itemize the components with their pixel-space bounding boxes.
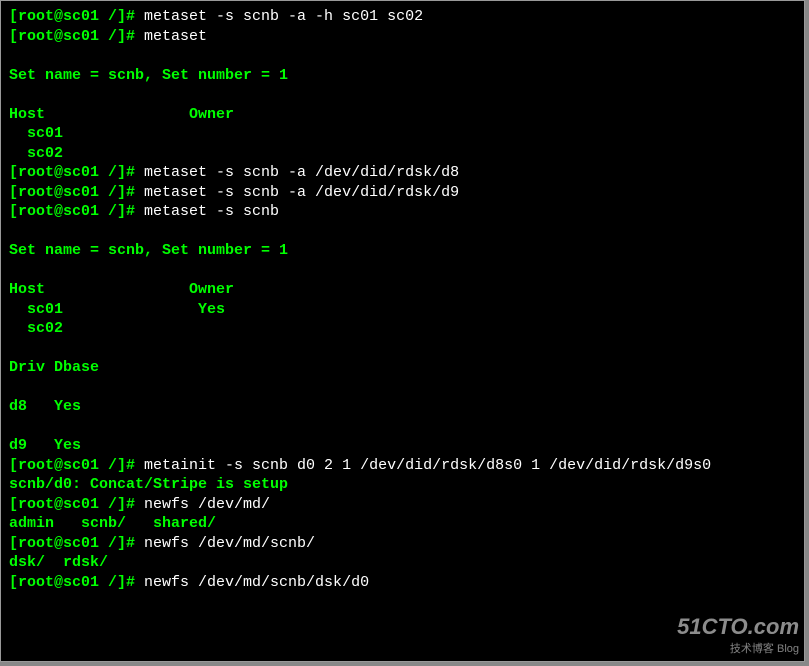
terminal-line: sc01	[9, 124, 796, 144]
output-text: Host Owner	[9, 281, 234, 298]
terminal-line	[9, 378, 796, 398]
command-text: metaset -s scnb -a -h sc01 sc02	[144, 8, 423, 25]
terminal-line: [root@sc01 /]# metaset -s scnb -a /dev/d…	[9, 183, 796, 203]
terminal-line	[9, 85, 796, 105]
watermark-subtitle: 技术博客 Blog	[677, 642, 799, 656]
output-text: [root@sc01 /]#	[9, 457, 144, 474]
output-text: scnb/d0: Concat/Stripe is setup	[9, 476, 288, 493]
terminal-line: [root@sc01 /]# metainit -s scnb d0 2 1 /…	[9, 456, 796, 476]
output-text: sc02	[9, 320, 63, 337]
terminal-line: sc02	[9, 144, 796, 164]
command-text: metaset -s scnb	[144, 203, 279, 220]
terminal-line: d8 Yes	[9, 397, 796, 417]
output-text: [root@sc01 /]#	[9, 574, 144, 591]
terminal-line: [root@sc01 /]# metaset -s scnb -a /dev/d…	[9, 163, 796, 183]
output-text: [root@sc01 /]#	[9, 496, 144, 513]
command-text: newfs /dev/md/scnb/	[144, 535, 315, 552]
output-text: Set name = scnb, Set number = 1	[9, 242, 288, 259]
terminal-line	[9, 417, 796, 437]
output-text: sc01 Yes	[9, 301, 225, 318]
output-text: dsk/ rdsk/	[9, 554, 108, 571]
command-text: metaset -s scnb -a /dev/did/rdsk/d9	[144, 184, 459, 201]
terminal-line: Set name = scnb, Set number = 1	[9, 241, 796, 261]
terminal-line: admin scnb/ shared/	[9, 514, 796, 534]
terminal-line: [root@sc01 /]# metaset -s scnb	[9, 202, 796, 222]
terminal-line: [root@sc01 /]# metaset	[9, 27, 796, 47]
terminal-line: sc01 Yes	[9, 300, 796, 320]
command-text: metaset -s scnb -a /dev/did/rdsk/d8	[144, 164, 459, 181]
command-text: metainit -s scnb d0 2 1 /dev/did/rdsk/d8…	[144, 457, 711, 474]
output-text: sc02	[9, 145, 63, 162]
output-text: sc01	[9, 125, 63, 142]
terminal-line: [root@sc01 /]# newfs /dev/md/	[9, 495, 796, 515]
terminal-window[interactable]: [root@sc01 /]# metaset -s scnb -a -h sc0…	[0, 0, 805, 662]
output-text: [root@sc01 /]#	[9, 203, 144, 220]
output-text: [root@sc01 /]#	[9, 184, 144, 201]
terminal-line: [root@sc01 /]# metaset -s scnb -a -h sc0…	[9, 7, 796, 27]
output-text: Driv Dbase	[9, 359, 99, 376]
terminal-line	[9, 261, 796, 281]
terminal-line: Set name = scnb, Set number = 1	[9, 66, 796, 86]
terminal-line	[9, 46, 796, 66]
terminal-line: sc02	[9, 319, 796, 339]
output-text: [root@sc01 /]#	[9, 164, 144, 181]
terminal-line: Host Owner	[9, 105, 796, 125]
command-text: newfs /dev/md/scnb/dsk/d0	[144, 574, 369, 591]
watermark: 51CTO.com 技术博客 Blog	[677, 613, 799, 656]
command-text: newfs /dev/md/	[144, 496, 270, 513]
terminal-line: Driv Dbase	[9, 358, 796, 378]
output-text: [root@sc01 /]#	[9, 8, 144, 25]
output-text: d8 Yes	[9, 398, 81, 415]
output-text: [root@sc01 /]#	[9, 535, 144, 552]
terminal-line	[9, 222, 796, 242]
output-text: [root@sc01 /]#	[9, 28, 144, 45]
output-text: admin scnb/ shared/	[9, 515, 216, 532]
terminal-line: d9 Yes	[9, 436, 796, 456]
terminal-line: scnb/d0: Concat/Stripe is setup	[9, 475, 796, 495]
terminal-line	[9, 339, 796, 359]
command-text: metaset	[144, 28, 207, 45]
output-text: Host Owner	[9, 106, 234, 123]
terminal-line: Host Owner	[9, 280, 796, 300]
output-text: Set name = scnb, Set number = 1	[9, 67, 288, 84]
watermark-title: 51CTO.com	[677, 613, 799, 642]
output-text: d9 Yes	[9, 437, 81, 454]
terminal-line: [root@sc01 /]# newfs /dev/md/scnb/dsk/d0	[9, 573, 796, 593]
terminal-line: dsk/ rdsk/	[9, 553, 796, 573]
terminal-line: [root@sc01 /]# newfs /dev/md/scnb/	[9, 534, 796, 554]
